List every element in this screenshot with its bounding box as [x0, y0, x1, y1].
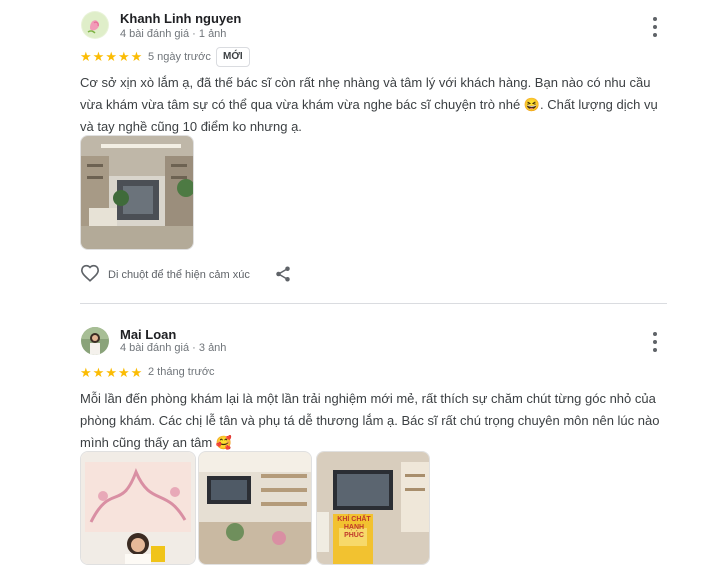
- star-icon: ★: [130, 49, 143, 64]
- review-photo[interactable]: KHÍ CHẤT HẠNH PHÚC: [316, 451, 430, 565]
- star-icon: ★: [105, 365, 117, 380]
- star-rating: ★ ★ ★ ★ ★: [80, 366, 142, 379]
- share-icon[interactable]: [274, 265, 292, 288]
- reaction-bar[interactable]: Di chuột để thể hiện cảm xúc: [80, 264, 250, 286]
- more-vert-icon[interactable]: [648, 332, 662, 352]
- reviewer-meta: 4 bài đánh giá · 3 ảnh: [120, 342, 227, 354]
- star-icon: ★: [130, 365, 143, 380]
- review-text: Mỗi lần đến phòng khám lại là một lần tr…: [80, 391, 660, 450]
- star-icon: ★: [92, 49, 105, 64]
- star-icon: ★: [105, 49, 117, 64]
- review-photo[interactable]: [198, 451, 312, 565]
- star-icon: ★: [117, 49, 130, 64]
- review-photo[interactable]: [80, 451, 196, 565]
- book-cover-text: KHÍ CHẤT HẠNH PHÚC: [337, 516, 371, 539]
- star-icon: ★: [117, 365, 130, 380]
- reviewer-avatar[interactable]: [81, 11, 109, 39]
- new-badge: MỚI: [216, 47, 250, 67]
- reviewer-avatar[interactable]: [81, 327, 109, 355]
- review-date: 5 ngày trước: [148, 51, 211, 63]
- review-date: 2 tháng trước: [148, 366, 215, 378]
- reviewer-meta: 4 bài đánh giá · 1 ảnh: [120, 28, 227, 40]
- reviewer-name[interactable]: Khanh Linh nguyen: [120, 11, 241, 26]
- reaction-hint: Di chuột để thể hiện cảm xúc: [108, 269, 250, 281]
- reviewer-name[interactable]: Mai Loan: [120, 327, 176, 342]
- more-vert-icon[interactable]: [648, 17, 662, 37]
- heart-outline-icon[interactable]: [80, 264, 100, 287]
- star-icon: ★: [92, 365, 105, 380]
- review-text: Cơ sở xịn xò lắm ạ, đã thế bác sĩ còn rấ…: [80, 75, 658, 134]
- star-rating: ★ ★ ★ ★ ★: [80, 50, 142, 63]
- review-divider: [80, 303, 667, 304]
- star-icon: ★: [80, 49, 92, 64]
- review-photo[interactable]: [80, 135, 194, 250]
- star-icon: ★: [80, 365, 92, 380]
